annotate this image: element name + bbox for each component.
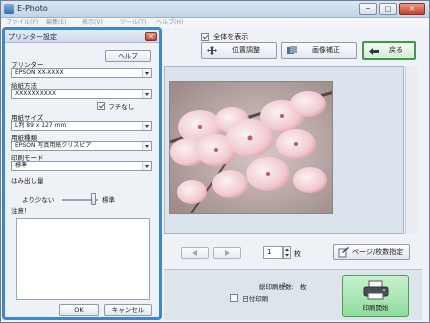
right-arrow-icon [225, 250, 230, 256]
borderless-checkbox[interactable] [97, 102, 105, 110]
app-icon [4, 4, 14, 14]
previous-page-button[interactable] [181, 247, 209, 259]
chevron-down-icon [142, 69, 151, 77]
notes-label: 注意！ [11, 207, 31, 215]
next-page-button[interactable] [213, 247, 241, 259]
move-icon [207, 46, 217, 55]
page-count-stepper[interactable] [283, 246, 291, 259]
menu-help[interactable]: ヘルプ(H) [156, 18, 183, 28]
print-mode-value: 標準 [15, 162, 28, 169]
chevron-down-icon [142, 162, 151, 170]
printer-value: EPSON XX-XXXX [15, 69, 64, 76]
show-all-option[interactable]: 全体を表示 [201, 32, 248, 42]
adjust-position-label: 位置調整 [232, 46, 260, 54]
back-label: 戻る [389, 46, 403, 54]
date-print-checkbox[interactable] [230, 294, 238, 302]
paper-size-value: L判 89 x 127 mm [15, 122, 67, 129]
cancel-button[interactable]: キャンセル [104, 304, 152, 316]
start-print-label: 印刷開始 [362, 304, 389, 312]
preview-scrollbar[interactable] [405, 66, 417, 234]
total-prints-value: 1 [282, 281, 287, 289]
cherry-blossom-photo [170, 82, 332, 213]
image-correction-label: 画像補正 [312, 46, 340, 54]
back-button[interactable]: 戻る [362, 41, 416, 60]
page-spec-label: ページ/枚数指定 [352, 248, 404, 256]
chevron-down-icon [142, 122, 151, 130]
printer-select[interactable]: EPSON XX-XXXX [11, 68, 152, 78]
page-count-input[interactable]: 1 [263, 246, 283, 259]
dialog-title: プリンター設定 [8, 33, 57, 41]
ok-button[interactable]: OK [59, 304, 99, 316]
start-print-button[interactable]: 印刷開始 [342, 275, 409, 317]
image-correction-icon [287, 46, 297, 54]
overflow-less-label: より少ない [22, 196, 55, 204]
dialog-close-button[interactable]: ✕ [145, 32, 157, 41]
overflow-standard-label: 標準 [102, 196, 115, 204]
show-all-label: 全体を表示 [213, 33, 249, 41]
page-spec-icon [338, 247, 349, 258]
adjust-position-button[interactable]: 位置調整 [201, 42, 277, 59]
title-bar: E-Photo ─ □ ✕ [1, 1, 429, 18]
back-arrow-icon [369, 48, 379, 55]
printer-icon [363, 280, 388, 300]
total-prints-label: 総印刷枚数: [259, 283, 294, 291]
stepper-arrows-icon [285, 248, 289, 257]
show-all-checkbox[interactable] [201, 33, 209, 41]
photo-preview[interactable] [169, 81, 333, 214]
minimize-button[interactable]: ─ [359, 3, 377, 15]
feed-method-value: XXXXXXXXXX [15, 90, 57, 97]
chevron-down-icon [142, 90, 151, 98]
overflow-label: はみ出し量 [11, 177, 44, 185]
date-print-option[interactable]: 日付印刷 [230, 293, 268, 303]
window-title: E-Photo [17, 4, 48, 13]
page-unit-label: 枚 [294, 250, 301, 258]
page-spec-button[interactable]: ページ/枚数指定 [333, 244, 410, 260]
borderless-label: フチなし [108, 103, 135, 111]
printer-settings-dialog: プリンター設定 ✕ ヘルプ プリンター EPSON XX-XXXX 給紙方法 X… [2, 27, 162, 320]
left-arrow-icon [192, 250, 197, 256]
paper-type-value: EPSON 写真用紙クリスピア [15, 142, 92, 149]
maximize-button[interactable]: □ [379, 3, 397, 15]
image-correction-button[interactable]: 画像補正 [281, 42, 357, 59]
chevron-down-icon [142, 142, 151, 150]
paper-type-select[interactable]: EPSON 写真用紙クリスピア [11, 141, 152, 151]
paper-size-select[interactable]: L判 89 x 127 mm [11, 121, 152, 131]
help-button[interactable]: ヘルプ [105, 50, 151, 62]
feed-method-select[interactable]: XXXXXXXXXX [11, 89, 152, 99]
dialog-title-bar: プリンター設定 ✕ [5, 30, 159, 43]
overflow-slider-handle[interactable] [91, 193, 96, 205]
date-print-label: 日付印刷 [242, 295, 269, 303]
borderless-option[interactable]: フチなし [97, 101, 134, 111]
print-mode-select[interactable]: 標準 [11, 161, 152, 171]
close-button[interactable]: ✕ [399, 3, 425, 15]
total-prints-unit: 枚 [300, 283, 307, 291]
notes-textarea[interactable] [16, 218, 150, 300]
